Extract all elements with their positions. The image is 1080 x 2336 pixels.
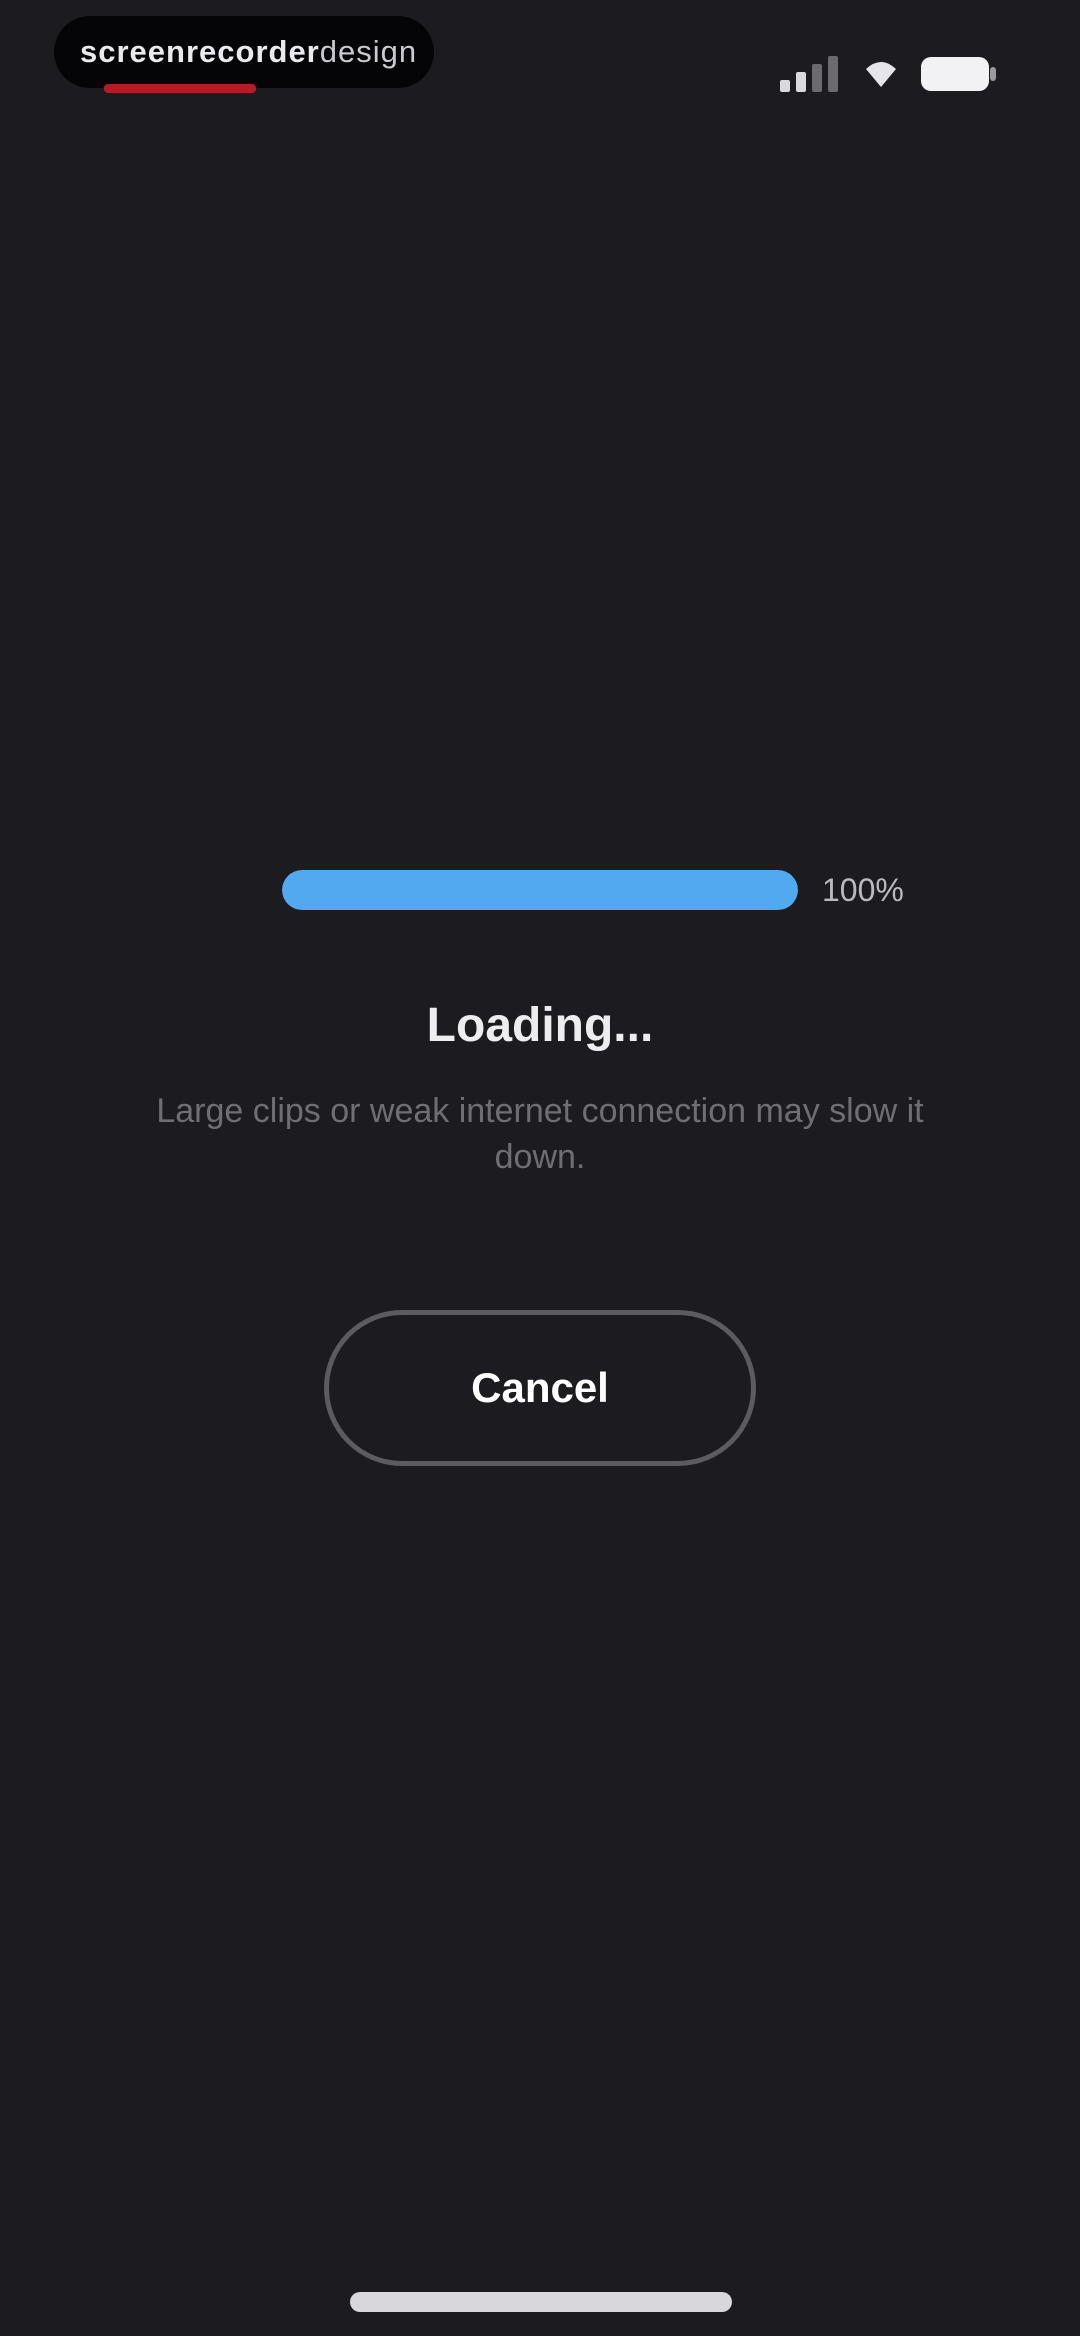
loading-subtitle: Large clips or weak internet connection …	[156, 1092, 924, 1176]
signal-icon	[780, 56, 838, 92]
wifi-icon	[866, 62, 896, 87]
recording-app-name-bold: screenrecorder	[80, 34, 320, 69]
battery-icon	[921, 57, 996, 91]
progress-bar	[282, 870, 798, 910]
home-indicator[interactable]	[350, 2292, 732, 2312]
cancel-button[interactable]: Cancel	[324, 1310, 756, 1466]
status-bar: screenrecorderdesign	[0, 0, 1080, 150]
recording-app-name-light: design	[319, 34, 418, 69]
recording-accent-bar	[104, 84, 256, 93]
loading-screen: screenrecorderdesign 100% Loading... Lar…	[0, 0, 1080, 2336]
recording-app-logo: screenrecorderdesign	[80, 34, 417, 70]
status-icons	[778, 50, 998, 98]
screen-recording-indicator: screenrecorderdesign	[54, 16, 434, 88]
progress-bar-fill	[282, 870, 798, 910]
loading-title: Loading...	[426, 999, 654, 1052]
progress-percent-label: 100%	[822, 872, 904, 908]
